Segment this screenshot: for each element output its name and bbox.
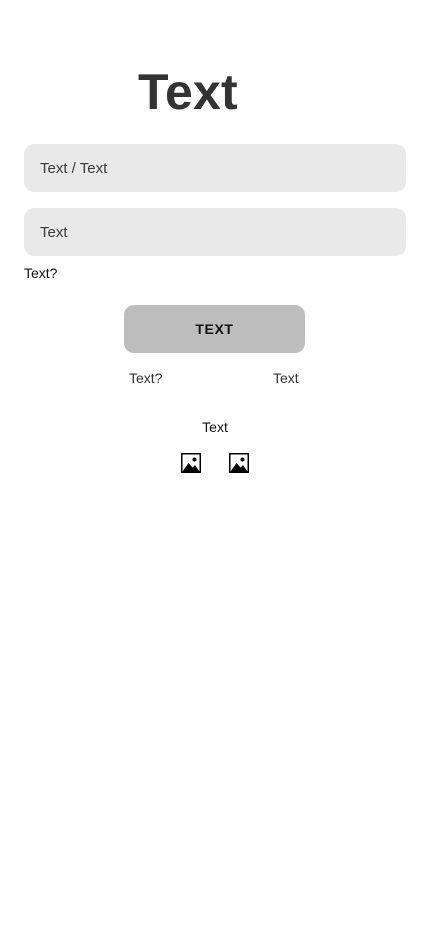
image-icon[interactable] bbox=[229, 453, 249, 473]
username-field[interactable]: Text / Text bbox=[24, 144, 406, 192]
secondary-link-right[interactable]: Text bbox=[273, 369, 299, 387]
alternative-label: Text bbox=[202, 419, 228, 435]
forgot-link[interactable]: Text? bbox=[24, 264, 57, 282]
image-icon[interactable] bbox=[181, 453, 201, 473]
username-field-placeholder: Text / Text bbox=[40, 159, 108, 177]
image-icon-graphic bbox=[181, 453, 201, 473]
submit-button[interactable]: TEXT bbox=[124, 305, 305, 353]
secondary-link-left[interactable]: Text? bbox=[129, 369, 162, 387]
password-field[interactable]: Text bbox=[24, 208, 406, 256]
page-title: Text bbox=[138, 64, 238, 120]
image-icon-graphic bbox=[229, 453, 249, 473]
password-field-placeholder: Text bbox=[40, 223, 68, 241]
